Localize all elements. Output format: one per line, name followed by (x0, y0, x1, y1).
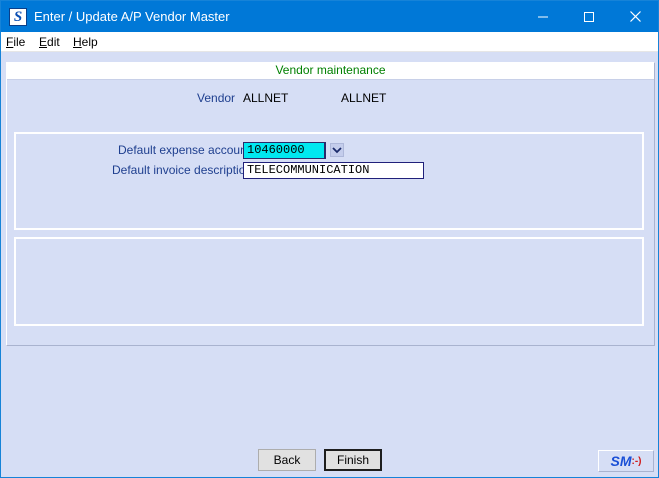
close-icon (629, 11, 641, 22)
vendor-code: ALLNET (243, 91, 289, 105)
minimize-icon (538, 16, 548, 17)
menu-edit-rest: dit (47, 35, 60, 49)
smiley-icon: :-) (631, 455, 642, 467)
defaults-group (14, 132, 644, 230)
minimize-button[interactable] (520, 1, 566, 32)
expense-account-input[interactable]: 10460000 (243, 142, 326, 159)
menu-file[interactable]: File (6, 35, 25, 49)
back-button[interactable]: Back (258, 449, 316, 471)
sm-logo-badge[interactable]: SM :-) (598, 450, 654, 472)
invoice-description-input[interactable]: TELECOMMUNICATION (243, 162, 424, 179)
menu-edit-accel: E (39, 35, 48, 49)
expense-account-dropdown[interactable] (330, 143, 344, 157)
maximize-icon (584, 11, 594, 22)
invoice-description-label: Default invoice description (112, 163, 253, 177)
empty-group (14, 237, 644, 326)
title-bar[interactable]: S Enter / Update A/P Vendor Master (1, 1, 658, 32)
maximize-button[interactable] (566, 1, 612, 32)
section-header: Vendor maintenance (7, 62, 654, 80)
close-button[interactable] (612, 1, 658, 32)
chevron-down-icon (332, 147, 342, 154)
menu-edit[interactable]: Edit (39, 35, 60, 49)
menu-help-accel: H (73, 35, 82, 49)
app-logo-icon[interactable]: S (9, 8, 27, 26)
sm-logo-text: SM (610, 453, 632, 469)
app-window: S Enter / Update A/P Vendor Master File … (0, 0, 659, 478)
window-title: Enter / Update A/P Vendor Master (34, 9, 230, 24)
vendor-name: ALLNET (341, 91, 387, 105)
menu-help-rest: elp (81, 35, 98, 49)
menu-bar: File Edit Help (1, 32, 658, 52)
expense-account-label: Default expense account (118, 143, 251, 157)
vendor-label: Vendor (197, 91, 236, 105)
app-icon-letter: S (13, 8, 23, 25)
menu-file-rest: ile (13, 35, 26, 49)
finish-button[interactable]: Finish (324, 449, 382, 471)
menu-help[interactable]: Help (73, 35, 98, 49)
